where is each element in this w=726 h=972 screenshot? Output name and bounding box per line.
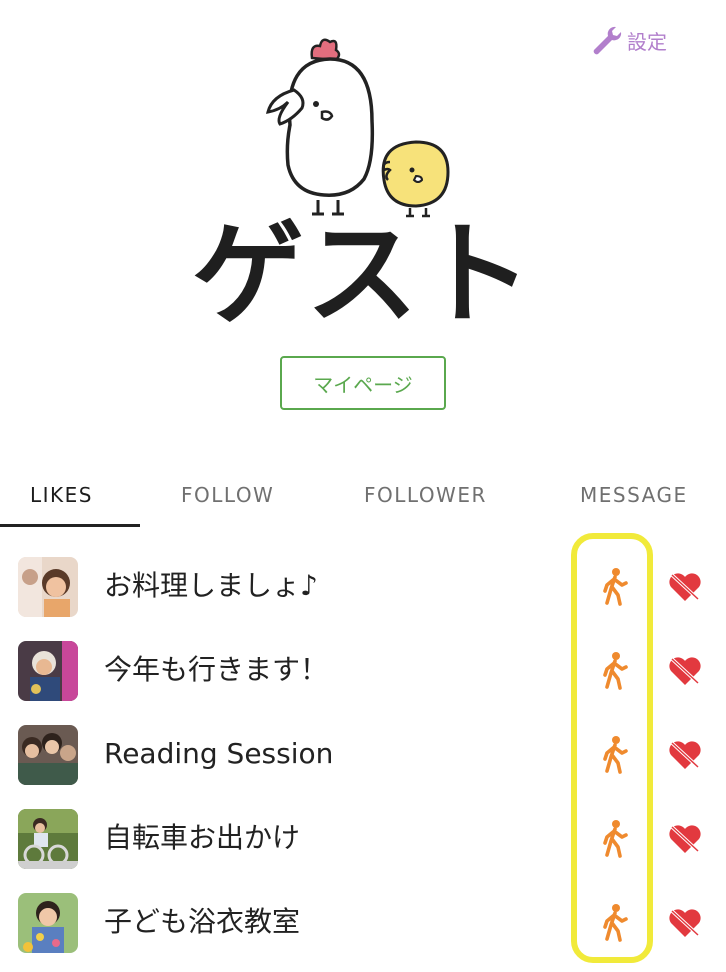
event-title: お料理しましょ♪ [104,569,318,602]
event-title: 自転車お出かけ [104,821,301,854]
list-item[interactable]: 今年も行きます！ [0,627,726,711]
event-thumbnail [18,809,78,869]
walking-person-icon[interactable] [598,903,630,943]
list-item[interactable]: 自転車お出かけ [0,795,726,879]
walking-person-icon[interactable] [598,651,630,691]
broken-heart-icon[interactable] [668,655,702,687]
list-item[interactable]: Reading Session [0,711,726,795]
walking-person-icon[interactable] [598,735,630,775]
event-title: Reading Session [104,737,334,770]
list-item[interactable]: お料理しましょ♪ [0,543,726,627]
event-thumbnail [18,641,78,701]
event-title: 子ども浴衣教室 [104,905,301,938]
mypage-button[interactable]: マイページ [280,356,446,410]
event-thumbnail [18,557,78,617]
wrench-icon [593,26,622,55]
settings-label: 設定 [627,29,667,54]
settings-link[interactable]: 設定 [590,22,667,58]
event-thumbnail [18,893,78,953]
broken-heart-icon[interactable] [668,739,702,771]
event-title: 今年も行きます！ [104,653,329,686]
walking-person-icon[interactable] [598,567,630,607]
broken-heart-icon[interactable] [668,907,702,939]
broken-heart-icon[interactable] [668,571,702,603]
tab-follow[interactable]: FOLLOW [181,470,274,520]
tab-message[interactable]: MESSAGE [580,470,688,520]
username: ゲスト [192,210,534,340]
tab-likes[interactable]: LIKES [30,470,93,520]
tab-bar: LIKES FOLLOW FOLLOWER MESSAGE [0,470,726,528]
event-thumbnail [18,725,78,785]
list-item[interactable]: 子ども浴衣教室 [0,879,726,963]
active-tab-indicator [0,524,140,527]
chicken-mascot-illustration [265,38,450,218]
tab-follower[interactable]: FOLLOWER [364,470,487,520]
walking-person-icon[interactable] [598,819,630,859]
broken-heart-icon[interactable] [668,823,702,855]
